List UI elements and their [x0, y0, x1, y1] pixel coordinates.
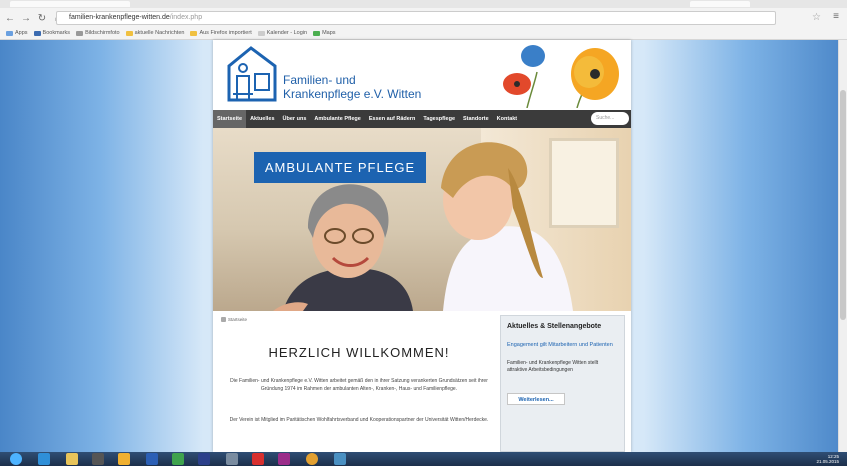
star-icon: [33, 30, 41, 36]
acrobat-icon[interactable]: [252, 453, 264, 465]
bookmark-star-icon[interactable]: ☆: [812, 12, 821, 23]
website-container: Familien- und Krankenpflege e.V. Witten …: [213, 40, 631, 452]
bookmark-label: Aus Firefox importiert: [199, 30, 252, 36]
house-logo-icon[interactable]: [223, 44, 283, 104]
bookmark-label: Apps: [15, 30, 28, 36]
org-line-2: Krankenpflege e.V. Witten: [283, 87, 422, 101]
site-header: Familien- und Krankenpflege e.V. Witten: [213, 40, 631, 110]
folder-icon: [190, 30, 198, 36]
scrollbar-thumb[interactable]: [840, 90, 846, 320]
read-more-button[interactable]: Weiterlesen...: [507, 393, 565, 405]
windows-taskbar: 12:25 21.05.2015: [0, 452, 847, 466]
bookmark-maps[interactable]: Maps: [313, 30, 336, 36]
bookmark-label: Bookmarks: [42, 30, 71, 36]
bookmark-firefox[interactable]: Aus Firefox importiert: [190, 30, 252, 36]
word-icon[interactable]: [146, 453, 158, 465]
content-area: Startseite HERZLICH WILLKOMMEN! Die Fami…: [213, 315, 631, 452]
nav-essen-auf-raedern[interactable]: Essen auf Rädern: [365, 110, 419, 128]
breadcrumb[interactable]: Startseite: [221, 317, 248, 323]
file-explorer-icon[interactable]: [66, 453, 78, 465]
bookmark-label: aktuelle Nachrichten: [134, 30, 185, 36]
skype-icon[interactable]: [334, 453, 346, 465]
welcome-paragraph-1: Die Familien- und Krankenpflege e.V. Wit…: [230, 378, 488, 392]
excel-icon[interactable]: [172, 453, 184, 465]
nav-standorte[interactable]: Standorte: [459, 110, 493, 128]
breadcrumb-label: Startseite: [228, 317, 248, 322]
welcome-title: HERZLICH WILLKOMMEN!: [268, 345, 450, 360]
nav-ambulante-pflege[interactable]: Ambulante Pflege: [310, 110, 364, 128]
bookmark-apps[interactable]: Apps: [6, 30, 28, 36]
nav-ueber-uns[interactable]: Über uns: [279, 110, 311, 128]
url-path: /index.php: [169, 14, 203, 21]
browser-tab[interactable]: [10, 1, 130, 7]
forward-icon[interactable]: →: [20, 13, 32, 25]
folder-icon: [125, 30, 133, 36]
browser-chrome: ← → ↻ ⌂ familien-krankenpflege-witten.de…: [0, 0, 847, 40]
nav-aktuelles[interactable]: Aktuelles: [246, 110, 278, 128]
maps-icon: [313, 30, 321, 36]
outlook-icon[interactable]: [226, 453, 238, 465]
bookmark-bookmarks[interactable]: Bookmarks: [33, 30, 71, 36]
org-line-1: Familien- und: [283, 73, 356, 87]
onenote-icon[interactable]: [278, 453, 290, 465]
nav-startseite[interactable]: Startseite: [213, 110, 247, 128]
bookmark-screenshot[interactable]: Bildschirmfoto: [76, 30, 120, 36]
page-icon: [257, 30, 265, 36]
nav-tagespflege[interactable]: Tagespflege: [419, 110, 459, 128]
url-host: familien-krankenpflege-witten.de: [69, 14, 170, 21]
chrome-icon[interactable]: [306, 453, 318, 465]
news-link[interactable]: Engagement gilt Mitarbeitern und Patient…: [507, 342, 617, 349]
bookmark-calendar[interactable]: Kalender - Login: [257, 30, 308, 36]
address-row: ← → ↻ ⌂ familien-krankenpflege-witten.de…: [0, 11, 847, 27]
internet-explorer-icon[interactable]: [38, 453, 50, 465]
system-tray-clock[interactable]: 12:25 21.05.2015: [816, 454, 839, 464]
search-input[interactable]: Suche...: [591, 112, 629, 125]
main-navigation: Startseite Aktuelles Über uns Ambulante …: [213, 110, 631, 128]
hero-image: AMBULANTE PFLEGE: [213, 128, 631, 311]
poppy-flowers-image: [503, 45, 619, 108]
bookmark-label: Bildschirmfoto: [85, 30, 120, 36]
page-background: Familien- und Krankenpflege e.V. Witten …: [0, 40, 847, 452]
media-player-icon[interactable]: [92, 453, 104, 465]
welcome-paragraph-2: Der Verein ist Mitglied im Paritätischen…: [229, 417, 489, 423]
bookmark-news[interactable]: aktuelle Nachrichten: [125, 30, 185, 36]
bookmark-label: Kalender - Login: [266, 30, 308, 36]
welcome-section: Startseite HERZLICH WILLKOMMEN! Die Fami…: [219, 315, 499, 452]
ambulante-pflege-banner[interactable]: AMBULANTE PFLEGE: [254, 152, 426, 183]
menu-icon[interactable]: ≡: [833, 11, 839, 22]
back-icon[interactable]: ←: [4, 13, 16, 25]
reload-icon[interactable]: ↻: [36, 13, 48, 25]
tray-date: 21.05.2015: [816, 459, 839, 464]
page-scrollbar[interactable]: [838, 40, 847, 452]
tab-strip: [0, 0, 847, 8]
news-sidebar: Aktuelles & Stellenangebote Engagement g…: [500, 315, 625, 452]
start-button-icon[interactable]: [10, 453, 22, 465]
apps-icon: [6, 30, 13, 36]
bookmarks-bar: Apps Bookmarks Bildschirmfoto aktuelle N…: [6, 28, 336, 38]
home-icon: [221, 317, 226, 323]
page-icon: [76, 30, 84, 36]
url-bar[interactable]: familien-krankenpflege-witten.de/index.p…: [56, 11, 776, 25]
photoshop-icon[interactable]: [198, 453, 210, 465]
nav-kontakt[interactable]: Kontakt: [493, 110, 521, 128]
sidebar-title: Aktuelles & Stellenangebote: [507, 323, 602, 330]
bookmark-label: Maps: [322, 30, 336, 36]
photos-icon[interactable]: [118, 453, 130, 465]
organization-name: Familien- und Krankenpflege e.V. Witten: [283, 73, 421, 101]
news-summary: Familien- und Krankenpflege Witten stell…: [507, 360, 599, 373]
browser-tab[interactable]: [690, 1, 750, 7]
